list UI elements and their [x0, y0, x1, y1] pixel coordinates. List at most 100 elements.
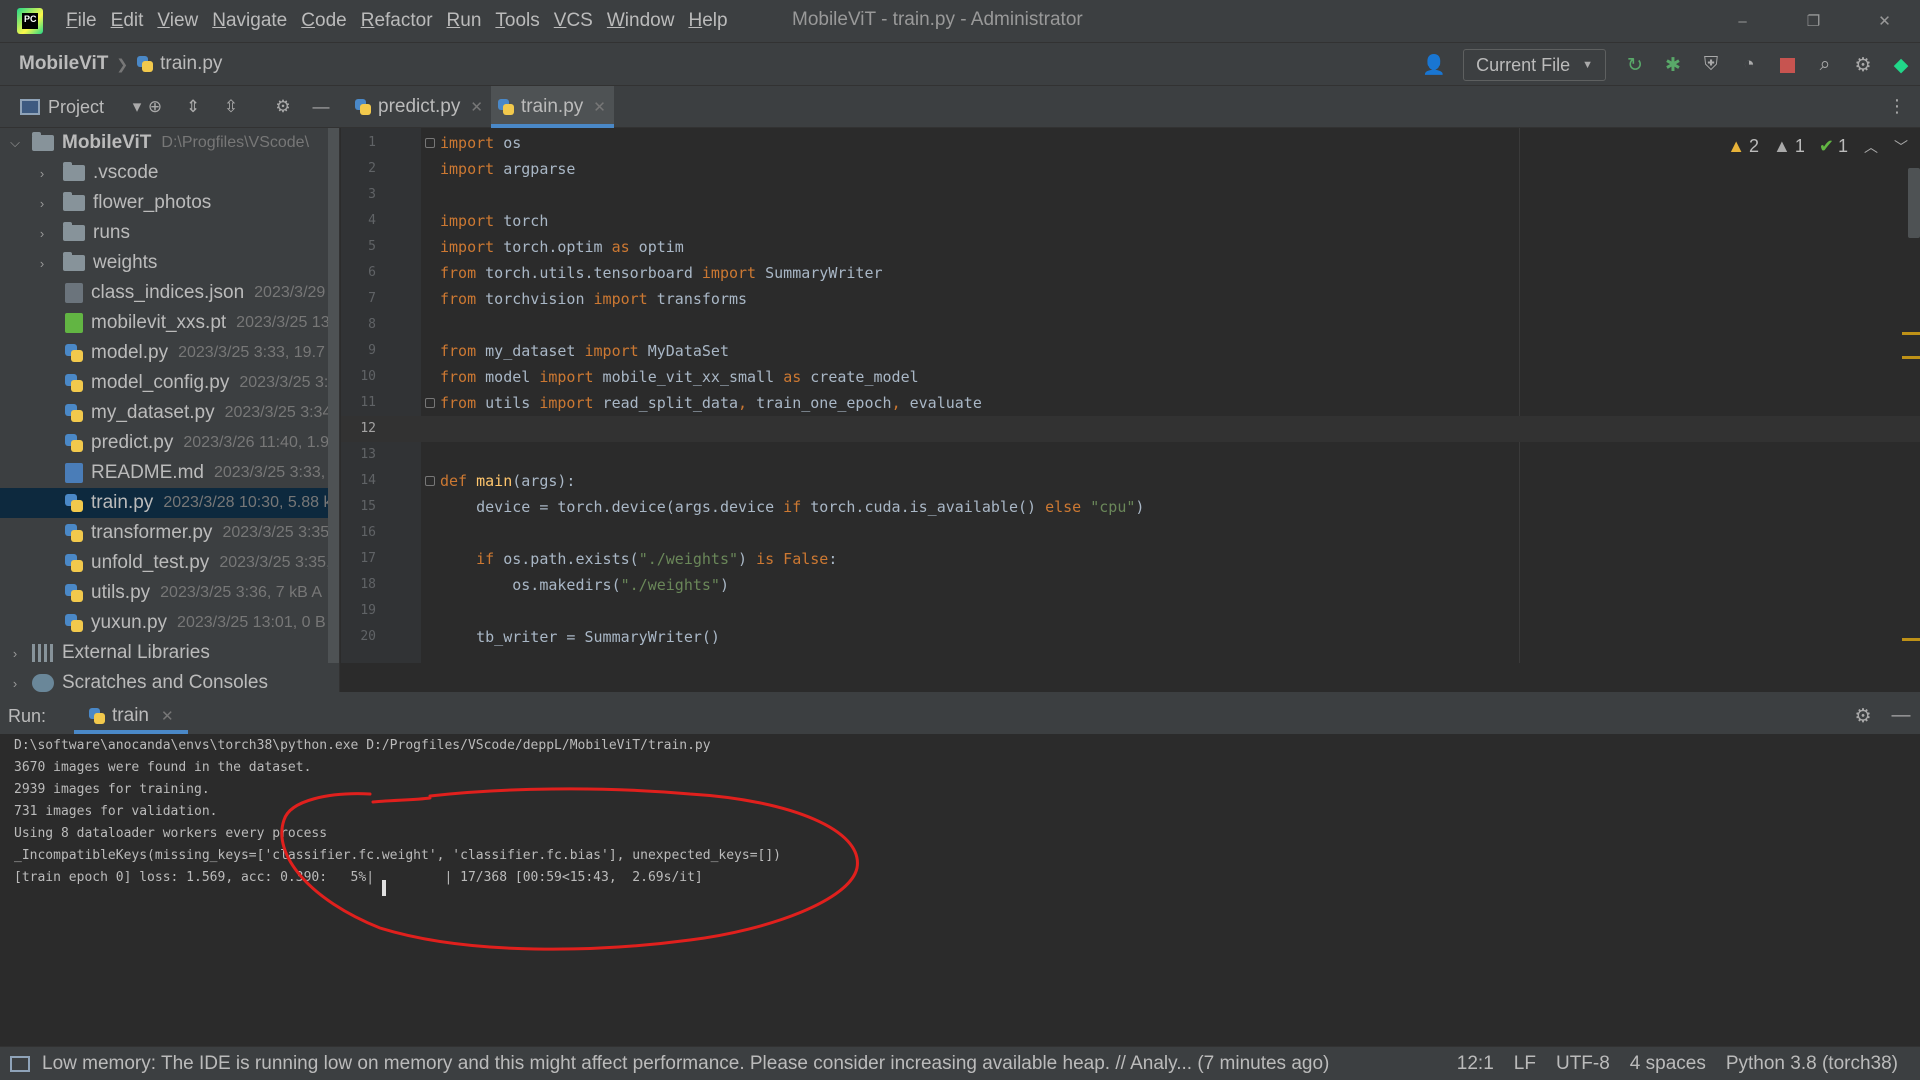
gear-icon[interactable]: ⚙ [266, 86, 300, 128]
panel-toggle-icon[interactable] [10, 1055, 30, 1072]
project-view-select[interactable]: Project [48, 97, 104, 118]
menu-code[interactable]: Code [294, 10, 353, 32]
menu-tools[interactable]: Tools [488, 10, 546, 32]
ok-count[interactable]: ✔ 1 [1819, 136, 1848, 157]
tree-file[interactable]: utils.py 2023/3/25 3:36, 7 kB A [0, 578, 339, 608]
expand-all-icon[interactable]: ⇕ [176, 86, 210, 128]
tree-file[interactable]: transformer.py 2023/3/25 3:35 [0, 518, 339, 548]
tab-train[interactable]: train.py ✕ [490, 86, 614, 128]
editor-scrollbar[interactable] [1908, 168, 1920, 238]
fold-marker-icon[interactable] [425, 398, 435, 408]
warning-marker[interactable] [1902, 638, 1920, 641]
code-line[interactable]: 12 [341, 416, 1920, 442]
tree-folder[interactable]: › .vscode [0, 158, 339, 188]
code-line[interactable]: 7 from torchvision import transforms [341, 286, 1920, 312]
tree-scrollbar[interactable] [328, 128, 339, 663]
menu-help[interactable]: Help [681, 10, 734, 32]
tab-predict[interactable]: predict.py ✕ [348, 86, 491, 128]
tree-file[interactable]: unfold_test.py 2023/3/25 3:35, [0, 548, 339, 578]
close-icon[interactable]: ✕ [593, 98, 606, 116]
hide-panel-icon[interactable]: — [1882, 698, 1920, 734]
code-line[interactable]: 6 from torch.utils.tensorboard import Sum… [341, 260, 1920, 286]
code-line[interactable]: 10 from model import mobile_vit_xx_small … [341, 364, 1920, 390]
menu-edit[interactable]: Edit [104, 10, 151, 32]
tree-file[interactable]: predict.py 2023/3/26 11:40, 1.9 [0, 428, 339, 458]
tree-root[interactable]: ⌵ MobileViT D:\Progfiles\VScode\ [0, 128, 339, 158]
warning-marker[interactable] [1902, 356, 1920, 359]
tree-file[interactable]: mobilevit_xxs.pt 2023/3/25 13 [0, 308, 339, 338]
run-configuration-select[interactable]: Current File ▼ [1463, 49, 1606, 81]
rerun-icon[interactable]: ↻ [1616, 43, 1654, 87]
python-interpreter[interactable]: Python 3.8 (torch38) [1726, 1053, 1898, 1075]
debug-icon[interactable]: ✱ [1654, 43, 1692, 87]
tree-external-libraries[interactable]: › External Libraries [0, 638, 339, 668]
indent-setting[interactable]: 4 spaces [1630, 1053, 1706, 1075]
tree-scratches[interactable]: › Scratches and Consoles [0, 668, 339, 692]
line-separator[interactable]: LF [1514, 1053, 1536, 1075]
weak-warning-count[interactable]: ▲ 1 [1773, 136, 1805, 157]
code-line[interactable]: 13 [341, 442, 1920, 468]
gear-icon[interactable]: ⚙ [1844, 43, 1882, 87]
tree-folder[interactable]: › weights [0, 248, 339, 278]
run-tab-train[interactable]: train ✕ [74, 698, 188, 734]
menu-run[interactable]: Run [440, 10, 489, 32]
fold-marker-icon[interactable] [425, 138, 435, 148]
close-icon[interactable]: ✕ [161, 707, 174, 725]
menu-vcs[interactable]: VCS [547, 10, 600, 32]
inspection-widget[interactable]: ▲ 2 ▲ 1 ✔ 1 ︿ ﹀ [1713, 136, 1908, 157]
hide-panel-icon[interactable]: — [304, 86, 338, 128]
code-line[interactable]: 17 if os.path.exists("./weights") is Fal… [341, 546, 1920, 572]
fold-marker-icon[interactable] [425, 476, 435, 486]
stop-icon[interactable] [1768, 43, 1806, 87]
code-line[interactable]: 9 from my_dataset import MyDataSet [341, 338, 1920, 364]
code-line[interactable]: 19 [341, 598, 1920, 624]
chevron-down-icon[interactable]: ﹀ [1894, 137, 1908, 157]
close-icon[interactable]: ✕ [470, 98, 483, 116]
coverage-icon[interactable]: ⛨ [1692, 43, 1730, 87]
cursor-position[interactable]: 12:1 [1457, 1053, 1494, 1075]
menu-navigate[interactable]: Navigate [205, 10, 294, 32]
code-editor[interactable]: 1 import os 2 import argparse 3 4 import torch… [341, 128, 1920, 663]
minimize-button[interactable]: – [1707, 0, 1778, 42]
tree-file[interactable]: model.py 2023/3/25 3:33, 19.7 [0, 338, 339, 368]
chevron-up-icon[interactable]: ︿ [1864, 137, 1878, 157]
code-line[interactable]: 5 import torch.optim as optim [341, 234, 1920, 260]
tree-file[interactable]: model_config.py 2023/3/25 3: [0, 368, 339, 398]
code-line[interactable]: 11 from utils import read_split_data, tra… [341, 390, 1920, 416]
status-message[interactable]: Low memory: The IDE is running low on me… [42, 1053, 1329, 1075]
tree-file-selected[interactable]: train.py 2023/3/28 10:30, 5.88 k [0, 488, 339, 518]
code-line[interactable]: 2 import argparse [341, 156, 1920, 182]
warning-marker[interactable] [1902, 332, 1920, 335]
menu-file[interactable]: File [59, 10, 104, 32]
code-line[interactable]: 8 [341, 312, 1920, 338]
tree-folder[interactable]: › flower_photos [0, 188, 339, 218]
code-line[interactable]: 20 tb_writer = SummaryWriter() [341, 624, 1920, 650]
breadcrumb-file[interactable]: train.py [136, 53, 222, 75]
code-line[interactable]: 3 [341, 182, 1920, 208]
tree-file[interactable]: my_dataset.py 2023/3/25 3:34 [0, 398, 339, 428]
user-icon[interactable]: 👤 [1415, 43, 1453, 87]
file-encoding[interactable]: UTF-8 [1556, 1053, 1610, 1075]
menu-view[interactable]: View [150, 10, 205, 32]
gear-icon[interactable]: ⚙ [1844, 698, 1882, 734]
menu-window[interactable]: Window [600, 10, 682, 32]
code-line[interactable]: 16 [341, 520, 1920, 546]
code-line[interactable]: 15 device = torch.device(args.device if … [341, 494, 1920, 520]
profile-icon[interactable]: ◔ [1730, 43, 1768, 87]
toolbox-logo-icon[interactable]: ◆ [1882, 43, 1920, 87]
more-vertical-icon[interactable]: ⋮ [1888, 96, 1906, 117]
code-line[interactable]: 4 import torch [341, 208, 1920, 234]
collapse-all-icon[interactable]: ⇳ [214, 86, 248, 128]
tree-file[interactable]: yuxun.py 2023/3/25 13:01, 0 B [0, 608, 339, 638]
menu-refactor[interactable]: Refactor [354, 10, 440, 32]
tree-file[interactable]: README.md 2023/3/25 3:33, 1 [0, 458, 339, 488]
breadcrumb-project[interactable]: MobileViT [19, 53, 108, 75]
code-line[interactable]: 18 os.makedirs("./weights") [341, 572, 1920, 598]
code-line[interactable]: 1 import os [341, 130, 1920, 156]
warning-count[interactable]: ▲ 2 [1727, 136, 1759, 157]
restore-button[interactable]: ❐ [1778, 0, 1849, 42]
close-window-button[interactable]: ✕ [1849, 0, 1920, 42]
tree-folder[interactable]: › runs [0, 218, 339, 248]
code-line[interactable]: 14 def main(args): [341, 468, 1920, 494]
locate-icon[interactable]: ⊕ [138, 86, 172, 128]
